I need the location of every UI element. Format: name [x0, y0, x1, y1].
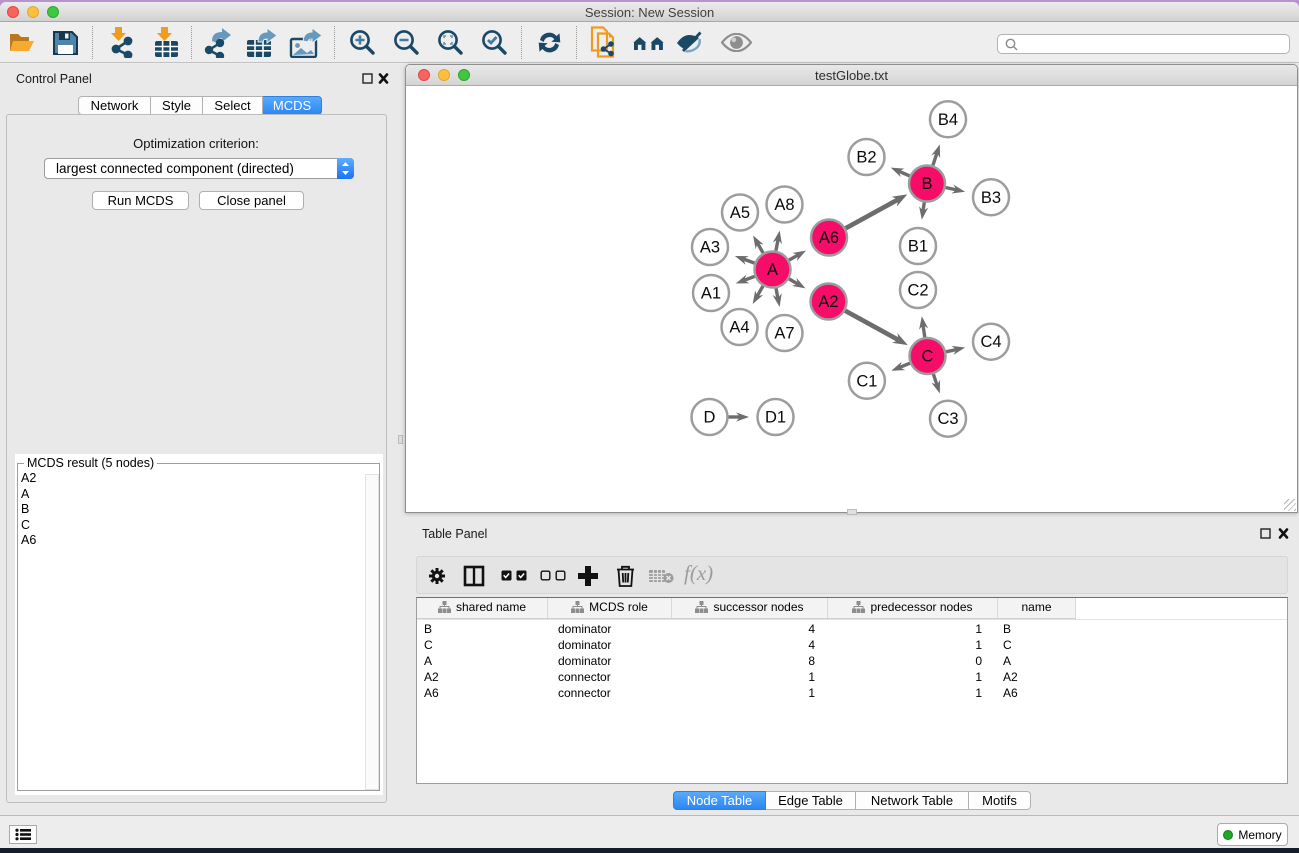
svg-text:B2: B2: [856, 149, 876, 167]
svg-text:B1: B1: [908, 238, 928, 256]
svg-text:C2: C2: [907, 282, 928, 300]
svg-text:A4: A4: [729, 319, 749, 337]
svg-text:B3: B3: [981, 189, 1001, 207]
svg-text:D1: D1: [765, 409, 786, 427]
svg-text:C4: C4: [980, 333, 1001, 351]
svg-text:A3: A3: [700, 239, 720, 257]
svg-text:A: A: [767, 261, 778, 279]
svg-text:A2: A2: [818, 293, 838, 311]
svg-text:A5: A5: [730, 204, 750, 222]
svg-text:A6: A6: [819, 229, 839, 247]
svg-text:B4: B4: [938, 111, 958, 129]
svg-text:D: D: [704, 409, 716, 427]
svg-text:A7: A7: [774, 325, 794, 343]
svg-text:A1: A1: [701, 285, 721, 303]
svg-text:A8: A8: [774, 196, 794, 214]
svg-text:C1: C1: [856, 372, 877, 390]
svg-text:C: C: [922, 348, 934, 366]
svg-text:B: B: [921, 175, 932, 193]
svg-text:C3: C3: [937, 410, 958, 428]
